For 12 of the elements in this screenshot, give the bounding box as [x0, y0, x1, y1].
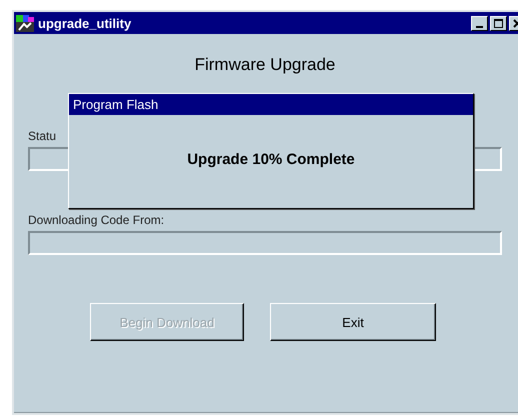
field-label: Downloading Code From: [28, 213, 164, 227]
minimize-button[interactable] [471, 16, 488, 30]
maximize-button[interactable] [490, 16, 507, 30]
heading: Firmware Upgrade [194, 55, 336, 75]
maximize-icon [494, 18, 503, 28]
minimize-icon [476, 26, 483, 28]
window-title: upgrade_utility [38, 16, 132, 30]
dialog-title: Program Flash [69, 94, 473, 115]
app-icon [16, 14, 34, 32]
field-label: Statu [28, 129, 56, 143]
exit-button[interactable]: Exit [270, 303, 436, 341]
progress-message: Upgrade 10% Complete [187, 151, 355, 168]
